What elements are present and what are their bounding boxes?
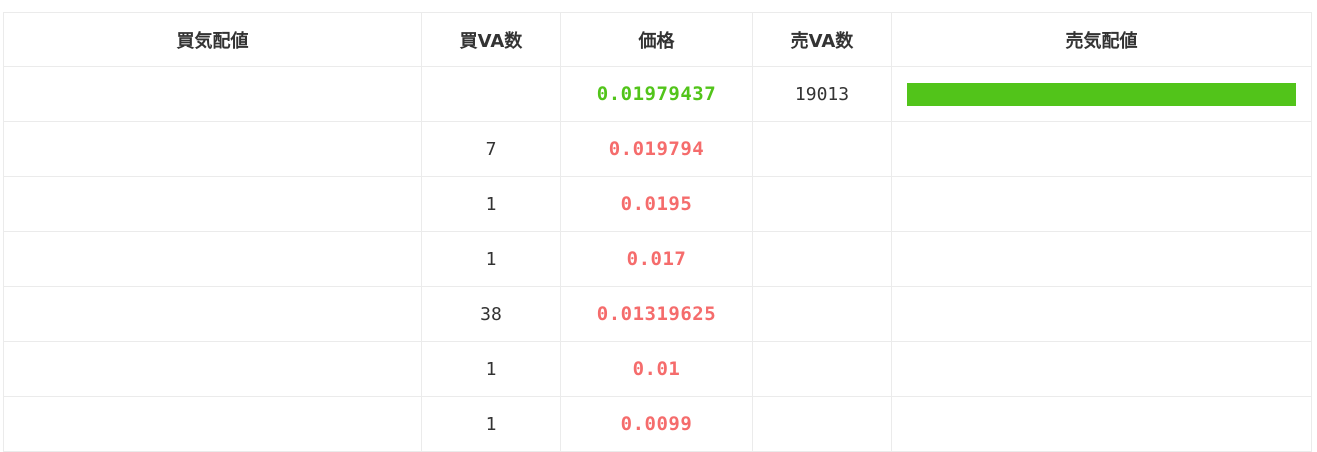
sell-price[interactable]: 0.01979437 — [597, 83, 716, 105]
buy-depth-cell — [3, 341, 422, 397]
table-row[interactable]: 0.01979437 19013 — [3, 66, 1312, 122]
buy-qty: 38 — [480, 303, 502, 325]
buy-price[interactable]: 0.017 — [627, 248, 687, 270]
sell-depth-cell — [891, 396, 1312, 452]
sell-depth-bar — [907, 82, 1296, 106]
table-row[interactable]: 1 0.0099 — [3, 396, 1312, 452]
header-price: 価格 — [560, 12, 753, 67]
sell-depth-track — [907, 82, 1296, 106]
buy-price[interactable]: 0.0099 — [621, 413, 693, 435]
buy-depth-cell — [3, 396, 422, 452]
sell-depth-cell — [891, 66, 1312, 122]
price-cell: 0.017 — [560, 231, 753, 287]
order-book-table: 買気配値 買VA数 価格 売VA数 売気配値 0.01979437 19013 7 0… — [3, 12, 1312, 452]
sell-qty-cell — [752, 396, 892, 452]
price-cell: 0.01319625 — [560, 286, 753, 342]
sell-qty-cell — [752, 176, 892, 232]
table-row[interactable]: 7 0.019794 — [3, 121, 1312, 177]
sell-depth-cell — [891, 231, 1312, 287]
buy-qty: 7 — [485, 138, 497, 160]
buy-qty: 1 — [485, 193, 497, 215]
buy-qty-cell: 1 — [421, 341, 561, 397]
buy-qty: 1 — [485, 358, 497, 380]
sell-depth-track — [907, 358, 1296, 381]
price-cell: 0.0195 — [560, 176, 753, 232]
buy-depth-track — [19, 193, 406, 216]
buy-qty: 1 — [485, 413, 497, 435]
buy-depth-cell — [3, 231, 422, 287]
sell-depth-track — [907, 138, 1296, 161]
buy-price[interactable]: 0.01319625 — [597, 303, 716, 325]
table-row[interactable]: 1 0.017 — [3, 231, 1312, 287]
sell-depth-track — [907, 413, 1296, 436]
sell-depth-cell — [891, 121, 1312, 177]
buy-price[interactable]: 0.0195 — [621, 193, 693, 215]
buy-depth-track — [19, 83, 406, 106]
sell-qty-cell — [752, 341, 892, 397]
buy-qty-cell: 1 — [421, 396, 561, 452]
price-cell: 0.0099 — [560, 396, 753, 452]
sell-depth-track — [907, 248, 1296, 271]
table-row[interactable]: 1 0.0195 — [3, 176, 1312, 232]
price-cell: 0.01 — [560, 341, 753, 397]
sell-depth-track — [907, 303, 1296, 326]
header-sell-qty: 売VA数 — [752, 12, 892, 67]
buy-depth-track — [19, 303, 406, 326]
buy-qty-cell — [421, 66, 561, 122]
buy-qty-cell: 1 — [421, 231, 561, 287]
price-cell: 0.019794 — [560, 121, 753, 177]
buy-qty: 1 — [485, 248, 497, 270]
table-row[interactable]: 1 0.01 — [3, 341, 1312, 397]
header-row: 買気配値 買VA数 価格 売VA数 売気配値 — [3, 12, 1312, 67]
buy-price[interactable]: 0.019794 — [609, 138, 705, 160]
sell-depth-cell — [891, 176, 1312, 232]
sell-depth-track — [907, 193, 1296, 216]
buy-depth-track — [19, 248, 406, 271]
buy-depth-cell — [3, 176, 422, 232]
sell-qty-cell — [752, 121, 892, 177]
sell-qty: 19013 — [794, 83, 850, 105]
sell-depth-cell — [891, 286, 1312, 342]
buy-depth-track — [19, 358, 406, 381]
order-book-header: 買気配値 買VA数 価格 売VA数 売気配値 — [3, 12, 1312, 67]
sell-qty-cell — [752, 231, 892, 287]
buy-qty-cell: 7 — [421, 121, 561, 177]
buy-qty-cell: 1 — [421, 176, 561, 232]
header-sell-depth: 売気配値 — [891, 12, 1312, 67]
buy-depth-cell — [3, 286, 422, 342]
buy-price[interactable]: 0.01 — [633, 358, 681, 380]
table-row[interactable]: 38 0.01319625 — [3, 286, 1312, 342]
buy-depth-cell — [3, 66, 422, 122]
buy-depth-cell — [3, 121, 422, 177]
sell-depth-cell — [891, 341, 1312, 397]
price-cell: 0.01979437 — [560, 66, 753, 122]
header-buy-depth: 買気配値 — [3, 12, 422, 67]
buy-depth-track — [19, 138, 406, 161]
order-book-body: 0.01979437 19013 7 0.019794 1 0.0195 1 0.017 38 0… — [3, 66, 1312, 452]
sell-qty-cell: 19013 — [752, 66, 892, 122]
sell-qty-cell — [752, 286, 892, 342]
buy-qty-cell: 38 — [421, 286, 561, 342]
header-buy-qty: 買VA数 — [421, 12, 561, 67]
buy-depth-track — [19, 413, 406, 436]
